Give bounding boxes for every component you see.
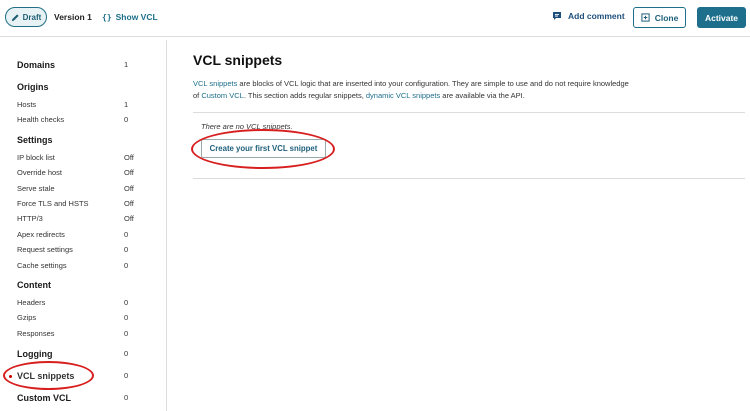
empty-state-text: There are no VCL snippets. (201, 122, 293, 131)
sidebar-item-label: Cache settings (17, 261, 67, 270)
clone-button[interactable]: Clone (633, 7, 686, 28)
sidebar-item-status: Off (124, 153, 134, 162)
sidebar-item-label: Override host (17, 168, 63, 177)
active-item-bullet (9, 375, 12, 378)
sidebar-item-label: Logging (17, 349, 53, 359)
add-comment-button[interactable]: Add comment (552, 11, 625, 21)
vcl-snippets-link[interactable]: VCL snippets (193, 79, 237, 88)
draft-status-pill[interactable]: Draft (5, 7, 47, 27)
sidebar-item-count: 0 (124, 230, 129, 239)
description-text: are available via the API. (440, 91, 525, 100)
sidebar-item-label: Request settings (17, 245, 73, 254)
sidebar-item-cache-settings[interactable]: Cache settings 0 (17, 261, 166, 270)
activate-button[interactable]: Activate (697, 7, 746, 28)
sidebar-item-label: Gzips (17, 313, 37, 322)
divider (193, 178, 745, 179)
sidebar-item-ip-block-list[interactable]: IP block list Off (17, 153, 166, 162)
comment-icon (553, 12, 561, 20)
sidebar-item-request-settings[interactable]: Request settings 0 (17, 245, 166, 254)
clone-label: Clone (654, 12, 679, 23)
sidebar-item-apex-redirects[interactable]: Apex redirects 0 (17, 230, 166, 239)
description-text: . This section adds regular snippets, (243, 91, 366, 100)
sidebar-item-label: Health checks (17, 115, 65, 124)
sidebar-item-count: 0 (124, 371, 129, 380)
sidebar-item-status: Off (124, 168, 134, 177)
sidebar-item-label: Hosts (17, 100, 37, 109)
sidebar-item-gzips[interactable]: Gzips 0 (17, 313, 166, 322)
sidebar-item-count: 0 (124, 115, 129, 124)
sidebar-item-label: Responses (17, 329, 55, 338)
sidebar-section-settings: Settings (17, 135, 166, 145)
sidebar-item-headers[interactable]: Headers 0 (17, 298, 166, 307)
sidebar-item-domains[interactable]: Domains 1 (17, 60, 166, 70)
sidebar-item-custom-vcl[interactable]: Custom VCL 0 (17, 393, 166, 403)
sidebar: Domains 1 Origins Hosts 1 Health checks 0 S… (0, 40, 167, 411)
sidebar-item-logging[interactable]: Logging 0 (17, 349, 166, 359)
sidebar-section-content: Content (17, 280, 166, 290)
pencil-icon (11, 13, 19, 21)
sidebar-item-force-tls[interactable]: Force TLS and HSTS Off (17, 199, 166, 208)
sidebar-item-count: 0 (124, 261, 129, 270)
sidebar-item-label: Domains (17, 60, 56, 70)
sidebar-item-health-checks[interactable]: Health checks 0 (17, 115, 166, 124)
sidebar-item-label: Custom VCL (17, 393, 71, 403)
sidebar-item-count: 1 (124, 100, 129, 109)
code-braces-icon: {} (102, 12, 112, 22)
sidebar-item-http3[interactable]: HTTP/3 Off (17, 214, 166, 223)
top-bar: Draft Version 1 {} Show VCL Add comment … (0, 0, 750, 37)
sidebar-item-status: Off (124, 184, 134, 193)
sidebar-item-count: 0 (124, 298, 129, 307)
version-label: Version 1 (54, 12, 92, 22)
show-vcl-link[interactable]: {} Show VCL (102, 12, 158, 22)
sidebar-item-count: 1 (124, 60, 129, 69)
sidebar-item-label: IP block list (17, 153, 55, 162)
add-comment-label: Add comment (568, 11, 625, 21)
clone-icon (641, 13, 650, 22)
sidebar-item-count: 0 (124, 329, 129, 338)
divider (193, 112, 745, 113)
sidebar-item-serve-stale[interactable]: Serve stale Off (17, 184, 166, 193)
sidebar-item-hosts[interactable]: Hosts 1 (17, 100, 166, 109)
show-vcl-label: Show VCL (115, 12, 158, 22)
page-title: VCL snippets (193, 52, 283, 68)
page-description: VCL snippets are blocks of VCL logic tha… (193, 78, 633, 102)
sidebar-item-count: 0 (124, 393, 129, 402)
create-vcl-snippet-button[interactable]: Create your first VCL snippet (201, 139, 326, 158)
sidebar-item-label: Force TLS and HSTS (17, 199, 89, 208)
sidebar-item-count: 0 (124, 313, 129, 322)
sidebar-item-label: VCL snippets (17, 371, 75, 381)
sidebar-item-label: Headers (17, 298, 46, 307)
sidebar-section-origins: Origins (17, 82, 166, 92)
dynamic-vcl-snippets-link[interactable]: dynamic VCL snippets (366, 91, 440, 100)
sidebar-section-label: Settings (17, 135, 53, 145)
sidebar-section-label: Origins (17, 82, 49, 92)
sidebar-item-override-host[interactable]: Override host Off (17, 168, 166, 177)
sidebar-item-label: HTTP/3 (17, 214, 43, 223)
sidebar-item-vcl-snippets[interactable]: VCL snippets 0 (17, 371, 166, 381)
sidebar-item-label: Apex redirects (17, 230, 65, 239)
sidebar-item-status: Off (124, 214, 134, 223)
draft-label: Draft (22, 12, 42, 22)
custom-vcl-link[interactable]: Custom VCL (201, 91, 244, 100)
sidebar-item-count: 0 (124, 245, 129, 254)
sidebar-item-responses[interactable]: Responses 0 (17, 329, 166, 338)
sidebar-section-label: Content (17, 280, 51, 290)
sidebar-item-label: Serve stale (17, 184, 55, 193)
sidebar-item-status: Off (124, 199, 134, 208)
sidebar-item-count: 0 (124, 349, 129, 358)
